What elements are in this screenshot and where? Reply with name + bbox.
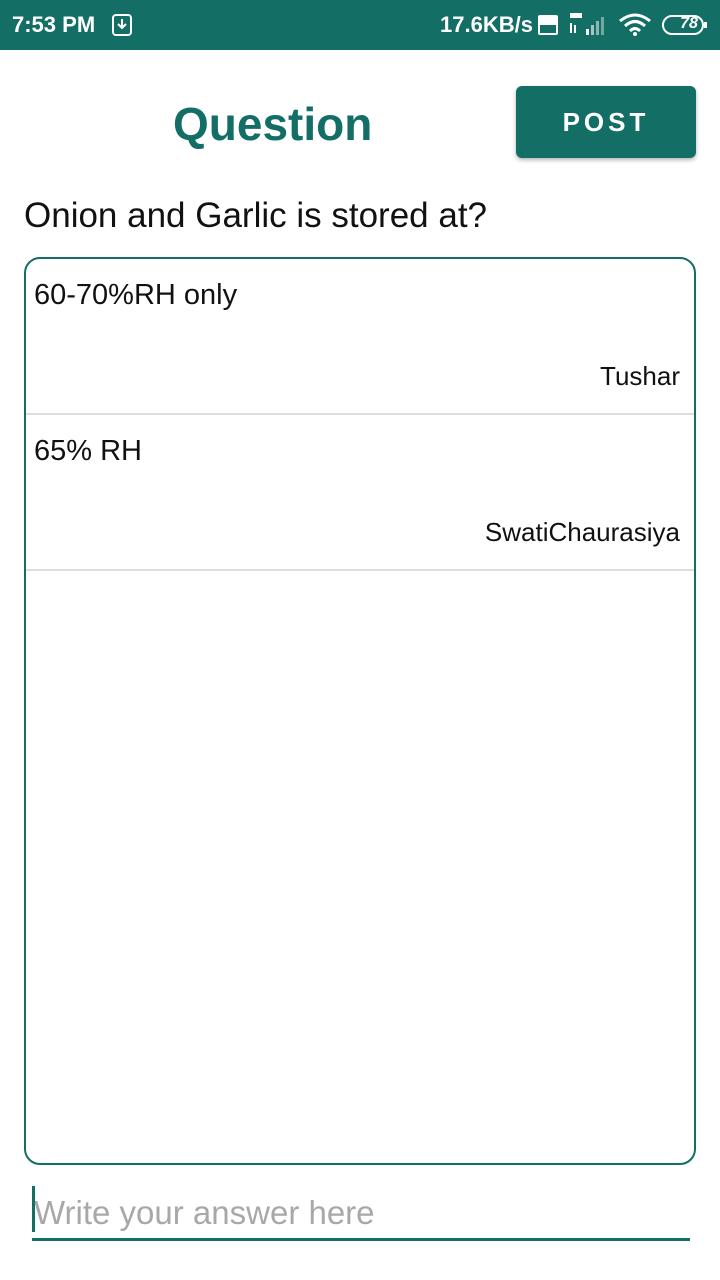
answers-list[interactable]: 60-70%RH only Tushar 65% RH SwatiChauras… [24, 257, 696, 1165]
answer-author: SwatiChaurasiya [484, 517, 680, 547]
wifi-icon [619, 13, 651, 36]
status-bar: 7:53 PM 17.6KB/s 78 [0, 0, 720, 50]
answer-text: 60-70%RH only [34, 279, 238, 311]
signal-4g-icon [570, 13, 604, 35]
battery-level: 78 [680, 15, 698, 32]
status-time: 7:53 PM [12, 12, 96, 37]
network-speed: 17.6KB/s [440, 12, 533, 37]
volte-icon [538, 15, 558, 35]
text-cursor [32, 1186, 35, 1232]
page-title: Question [173, 98, 373, 150]
question-text: Onion and Garlic is stored at? [24, 196, 488, 235]
post-button[interactable]: POST [516, 86, 696, 158]
notification-icon [112, 14, 132, 36]
answer-item[interactable]: 65% RH SwatiChaurasiya [26, 415, 694, 571]
answer-author: Tushar [600, 361, 680, 391]
answer-text: 65% RH [34, 435, 142, 467]
answer-item[interactable]: 60-70%RH only Tushar [26, 259, 694, 415]
answer-input[interactable] [32, 1188, 690, 1241]
